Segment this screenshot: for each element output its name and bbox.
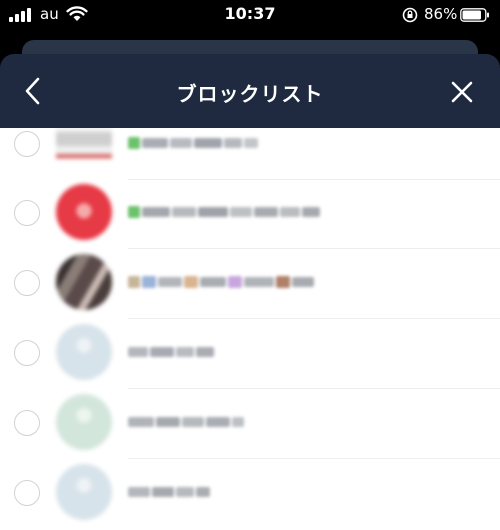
nav-header: ブロックリスト: [0, 54, 500, 128]
select-radio[interactable]: [14, 270, 40, 296]
blurred-name: [128, 273, 314, 291]
list-item[interactable]: [0, 128, 500, 180]
default-avatar: [56, 464, 112, 520]
page-title: ブロックリスト: [176, 82, 324, 106]
avatar: [56, 254, 112, 310]
select-radio[interactable]: [14, 410, 40, 436]
select-radio[interactable]: [14, 480, 40, 506]
blurred-name: [128, 413, 244, 431]
blurred-name: [128, 483, 210, 501]
rotation-lock-icon: [402, 7, 418, 23]
close-button[interactable]: [446, 76, 478, 108]
list-item[interactable]: [0, 179, 500, 249]
select-radio[interactable]: [14, 131, 40, 157]
battery-percent: 86%: [424, 5, 458, 23]
list-item[interactable]: [0, 459, 500, 529]
blurred-name: [128, 203, 320, 221]
list-item[interactable]: [0, 249, 500, 319]
list-item[interactable]: [0, 389, 500, 459]
status-bar: au 10:37 86%: [0, 0, 500, 30]
select-radio[interactable]: [14, 200, 40, 226]
avatar: [56, 128, 112, 171]
blurred-name: [128, 343, 214, 361]
avatar: [56, 184, 112, 240]
select-radio[interactable]: [14, 340, 40, 366]
blocked-user-list: [0, 128, 500, 530]
default-avatar: [56, 324, 112, 380]
list-item[interactable]: [0, 319, 500, 389]
blurred-name: [128, 134, 258, 152]
battery-icon: [460, 8, 489, 22]
default-avatar: [56, 394, 112, 450]
